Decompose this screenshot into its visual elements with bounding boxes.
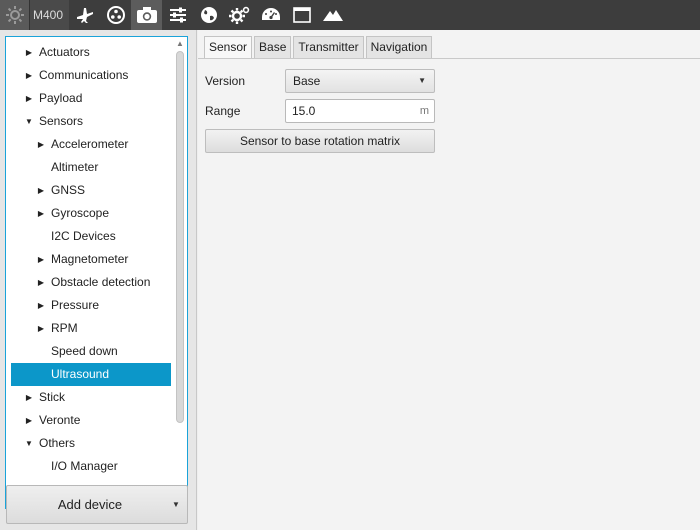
tree-item-actuators[interactable]: ▶ Actuators [11, 41, 171, 64]
dots-circle-icon[interactable] [100, 0, 131, 30]
expand-right-icon[interactable]: ▶ [23, 409, 35, 432]
expand-down-icon[interactable]: ▼ [23, 432, 35, 455]
tree-item-gnss[interactable]: ▶ GNSS [11, 179, 171, 202]
tree-item-label: I/O Manager [51, 459, 118, 473]
chevron-down-icon: ▼ [418, 76, 426, 85]
tree-item-label: Payload [39, 91, 83, 105]
expand-right-icon[interactable]: ▶ [35, 271, 47, 294]
version-select[interactable]: Base ▼ [285, 69, 435, 93]
tab-sensor[interactable]: Sensor [204, 36, 253, 58]
tab-divider [198, 58, 700, 59]
range-value: 15.0 [292, 104, 316, 118]
model-label[interactable]: M400 [30, 0, 70, 30]
version-label: Version [205, 74, 246, 88]
device-panel: ▶ Actuators ▶ Communications ▶ Payload ▼ Sensor… [0, 30, 197, 530]
tree-item-gyroscope[interactable]: ▶ Gyroscope [11, 202, 171, 225]
expand-down-icon[interactable]: ▼ [23, 110, 35, 133]
tree-item-label: Accelerometer [51, 137, 129, 151]
scrollbar-thumb[interactable] [176, 51, 184, 423]
top-toolbar: M400 [0, 0, 700, 30]
window-icon[interactable] [286, 0, 317, 30]
tree-item-label: Speed down [51, 344, 118, 358]
tree-item-stick[interactable]: ▶ Stick [11, 386, 171, 409]
tree-item-sensors[interactable]: ▼ Sensors [11, 110, 171, 133]
tree-item-label: Actuators [39, 45, 90, 59]
tree-item-label: Stick [39, 390, 66, 404]
tab-bar: Sensor Base Transmitter Navigation [204, 36, 434, 58]
device-tree: ▶ Actuators ▶ Communications ▶ Payload ▼ Sensor… [5, 36, 188, 509]
tree-item-i2c-devices[interactable]: I2C Devices [11, 225, 171, 248]
tree-item-obstacle-detection[interactable]: ▶ Obstacle detection [11, 271, 171, 294]
tree-item-payload[interactable]: ▶ Payload [11, 87, 171, 110]
tree-item-altimeter[interactable]: Altimeter [11, 156, 171, 179]
tree-item-speed-down[interactable]: Speed down [11, 340, 171, 363]
globe-icon[interactable] [193, 0, 224, 30]
tree-item-label: RPM [51, 321, 78, 335]
tree-item-others[interactable]: ▼ Others [11, 432, 171, 455]
tree-item-label: Gyroscope [51, 206, 110, 220]
tree-item-communications[interactable]: ▶ Communications [11, 64, 171, 87]
tree-item-label: Ultrasound [51, 367, 110, 381]
add-device-button[interactable]: Add device ▼ [6, 485, 188, 524]
tree-item-label: I2C Devices [51, 229, 116, 243]
rotation-matrix-button[interactable]: Sensor to base rotation matrix [205, 129, 435, 153]
tab-base[interactable]: Base [254, 36, 292, 58]
speedometer-icon[interactable] [255, 0, 286, 30]
config-panel: Sensor Base Transmitter Navigation Versi… [198, 30, 700, 530]
tree-item-label: Pressure [51, 298, 100, 312]
scroll-up-icon[interactable]: ▲ [175, 39, 185, 49]
range-input[interactable]: 15.0 m [285, 99, 435, 123]
range-unit: m [419, 105, 429, 117]
tree-item-label: Sensors [39, 114, 84, 128]
tree-item-label: Obstacle detection [51, 275, 151, 289]
camera-icon[interactable] [131, 0, 163, 30]
chevron-down-icon[interactable]: ▼ [165, 500, 187, 509]
airplane-icon[interactable] [69, 0, 100, 30]
sliders-icon[interactable] [162, 0, 193, 30]
expand-right-icon[interactable]: ▶ [23, 87, 35, 110]
tree-item-i-o-manager[interactable]: I/O Manager [11, 455, 171, 478]
tree-item-label: Others [39, 436, 76, 450]
tree-item-veronte[interactable]: ▶ Veronte [11, 409, 171, 432]
tree-item-rpm[interactable]: ▶ RPM [11, 317, 171, 340]
expand-right-icon[interactable]: ▶ [23, 64, 35, 87]
expand-right-icon[interactable]: ▶ [23, 386, 35, 409]
tree-item-label: Altimeter [51, 160, 99, 174]
expand-right-icon[interactable]: ▶ [35, 248, 47, 271]
tree-item-magnetometer[interactable]: ▶ Magnetometer [11, 248, 171, 271]
gears-icon[interactable] [224, 0, 255, 30]
tree-item-pressure[interactable]: ▶ Pressure [11, 294, 171, 317]
expand-right-icon[interactable]: ▶ [35, 133, 47, 156]
tree-item-label: Veronte [39, 413, 81, 427]
tab-transmitter[interactable]: Transmitter [293, 36, 364, 58]
expand-right-icon[interactable]: ▶ [35, 317, 47, 340]
mountains-icon[interactable] [317, 0, 348, 30]
tree-item-label: Magnetometer [51, 252, 129, 266]
version-value: Base [293, 74, 321, 88]
expand-right-icon[interactable]: ▶ [35, 202, 47, 225]
tree-item-label: Communications [39, 68, 129, 82]
add-device-label: Add device [57, 497, 123, 512]
tree-item-label: GNSS [51, 183, 86, 197]
range-label: Range [205, 104, 241, 118]
settings-icon[interactable] [0, 0, 30, 30]
tree-scrollbar[interactable]: ▲ ▼ [175, 39, 185, 507]
expand-right-icon[interactable]: ▶ [35, 294, 47, 317]
expand-right-icon[interactable]: ▶ [35, 179, 47, 202]
expand-right-icon[interactable]: ▶ [23, 41, 35, 64]
tree-item-ultrasound[interactable]: Ultrasound [11, 363, 171, 386]
tab-navigation[interactable]: Navigation [365, 36, 433, 58]
tree-item-accelerometer[interactable]: ▶ Accelerometer [11, 133, 171, 156]
